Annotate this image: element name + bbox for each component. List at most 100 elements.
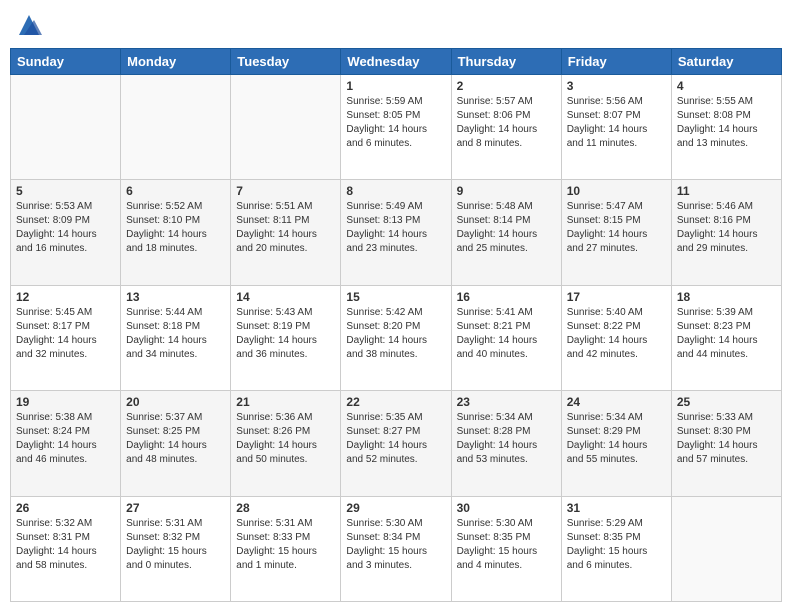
day-detail: Sunrise: 5:41 AM Sunset: 8:21 PM Dayligh… bbox=[457, 306, 556, 362]
day-number: 31 bbox=[567, 501, 666, 515]
day-detail: Sunrise: 5:33 AM Sunset: 8:30 PM Dayligh… bbox=[677, 411, 776, 467]
calendar-week-row: 19 Sunrise: 5:38 AM Sunset: 8:24 PM Dayli… bbox=[11, 391, 782, 496]
day-number: 9 bbox=[457, 184, 556, 198]
day-detail: Sunrise: 5:37 AM Sunset: 8:25 PM Dayligh… bbox=[126, 411, 225, 467]
day-number: 3 bbox=[567, 79, 666, 93]
calendar-day-cell: 26 Sunrise: 5:32 AM Sunset: 8:31 PM Dayli… bbox=[11, 496, 121, 601]
calendar-day-cell: 19 Sunrise: 5:38 AM Sunset: 8:24 PM Dayli… bbox=[11, 391, 121, 496]
day-detail: Sunrise: 5:43 AM Sunset: 8:19 PM Dayligh… bbox=[236, 306, 335, 362]
weekday-header: Sunday bbox=[11, 49, 121, 75]
day-number: 20 bbox=[126, 395, 225, 409]
calendar-day-cell: 22 Sunrise: 5:35 AM Sunset: 8:27 PM Dayli… bbox=[341, 391, 451, 496]
day-number: 1 bbox=[346, 79, 445, 93]
day-detail: Sunrise: 5:32 AM Sunset: 8:31 PM Dayligh… bbox=[16, 517, 115, 573]
header bbox=[10, 10, 782, 40]
day-detail: Sunrise: 5:45 AM Sunset: 8:17 PM Dayligh… bbox=[16, 306, 115, 362]
day-number: 12 bbox=[16, 290, 115, 304]
calendar-day-cell: 11 Sunrise: 5:46 AM Sunset: 8:16 PM Dayli… bbox=[671, 180, 781, 285]
day-detail: Sunrise: 5:34 AM Sunset: 8:29 PM Dayligh… bbox=[567, 411, 666, 467]
day-number: 23 bbox=[457, 395, 556, 409]
calendar-week-row: 5 Sunrise: 5:53 AM Sunset: 8:09 PM Daylig… bbox=[11, 180, 782, 285]
day-number: 22 bbox=[346, 395, 445, 409]
day-number: 16 bbox=[457, 290, 556, 304]
calendar-week-row: 12 Sunrise: 5:45 AM Sunset: 8:17 PM Dayli… bbox=[11, 285, 782, 390]
day-number: 25 bbox=[677, 395, 776, 409]
weekday-header: Thursday bbox=[451, 49, 561, 75]
calendar-week-row: 1 Sunrise: 5:59 AM Sunset: 8:05 PM Daylig… bbox=[11, 75, 782, 180]
calendar-day-cell: 6 Sunrise: 5:52 AM Sunset: 8:10 PM Daylig… bbox=[121, 180, 231, 285]
day-number: 11 bbox=[677, 184, 776, 198]
calendar-day-cell: 30 Sunrise: 5:30 AM Sunset: 8:35 PM Dayli… bbox=[451, 496, 561, 601]
calendar-day-cell: 9 Sunrise: 5:48 AM Sunset: 8:14 PM Daylig… bbox=[451, 180, 561, 285]
day-number: 5 bbox=[16, 184, 115, 198]
day-detail: Sunrise: 5:55 AM Sunset: 8:08 PM Dayligh… bbox=[677, 95, 776, 151]
day-detail: Sunrise: 5:59 AM Sunset: 8:05 PM Dayligh… bbox=[346, 95, 445, 151]
day-number: 4 bbox=[677, 79, 776, 93]
calendar-day-cell: 16 Sunrise: 5:41 AM Sunset: 8:21 PM Dayli… bbox=[451, 285, 561, 390]
calendar-day-cell: 29 Sunrise: 5:30 AM Sunset: 8:34 PM Dayli… bbox=[341, 496, 451, 601]
calendar-day-cell: 27Sunrise: 5:31 AM Sunset: 8:32 PM Dayli… bbox=[121, 496, 231, 601]
day-detail: Sunrise: 5:46 AM Sunset: 8:16 PM Dayligh… bbox=[677, 200, 776, 256]
calendar-day-cell bbox=[671, 496, 781, 601]
day-detail: Sunrise: 5:53 AM Sunset: 8:09 PM Dayligh… bbox=[16, 200, 115, 256]
day-detail: Sunrise: 5:29 AM Sunset: 8:35 PM Dayligh… bbox=[567, 517, 666, 573]
day-detail: Sunrise: 5:51 AM Sunset: 8:11 PM Dayligh… bbox=[236, 200, 335, 256]
calendar-day-cell: 1 Sunrise: 5:59 AM Sunset: 8:05 PM Daylig… bbox=[341, 75, 451, 180]
day-detail: Sunrise: 5:48 AM Sunset: 8:14 PM Dayligh… bbox=[457, 200, 556, 256]
day-detail: Sunrise: 5:30 AM Sunset: 8:34 PM Dayligh… bbox=[346, 517, 445, 573]
calendar-day-cell: 17 Sunrise: 5:40 AM Sunset: 8:22 PM Dayli… bbox=[561, 285, 671, 390]
day-number: 27 bbox=[126, 501, 225, 515]
day-detail: Sunrise: 5:38 AM Sunset: 8:24 PM Dayligh… bbox=[16, 411, 115, 467]
day-number: 18 bbox=[677, 290, 776, 304]
calendar-day-cell: 20 Sunrise: 5:37 AM Sunset: 8:25 PM Dayli… bbox=[121, 391, 231, 496]
calendar-day-cell: 15Sunrise: 5:42 AM Sunset: 8:20 PM Dayli… bbox=[341, 285, 451, 390]
weekday-header: Tuesday bbox=[231, 49, 341, 75]
day-detail: Sunrise: 5:40 AM Sunset: 8:22 PM Dayligh… bbox=[567, 306, 666, 362]
page: SundayMondayTuesdayWednesdayThursdayFrid… bbox=[0, 0, 792, 612]
calendar-day-cell: 18 Sunrise: 5:39 AM Sunset: 8:23 PM Dayli… bbox=[671, 285, 781, 390]
day-detail: Sunrise: 5:34 AM Sunset: 8:28 PM Dayligh… bbox=[457, 411, 556, 467]
day-detail: Sunrise: 5:56 AM Sunset: 8:07 PM Dayligh… bbox=[567, 95, 666, 151]
day-detail: Sunrise: 5:31 AM Sunset: 8:33 PM Dayligh… bbox=[236, 517, 335, 573]
day-number: 28 bbox=[236, 501, 335, 515]
calendar-day-cell: 31 Sunrise: 5:29 AM Sunset: 8:35 PM Dayli… bbox=[561, 496, 671, 601]
calendar-day-cell: 21 Sunrise: 5:36 AM Sunset: 8:26 PM Dayli… bbox=[231, 391, 341, 496]
calendar-day-cell: 10 Sunrise: 5:47 AM Sunset: 8:15 PM Dayli… bbox=[561, 180, 671, 285]
day-detail: Sunrise: 5:57 AM Sunset: 8:06 PM Dayligh… bbox=[457, 95, 556, 151]
day-number: 26 bbox=[16, 501, 115, 515]
day-detail: Sunrise: 5:39 AM Sunset: 8:23 PM Dayligh… bbox=[677, 306, 776, 362]
calendar-day-cell bbox=[11, 75, 121, 180]
day-number: 7 bbox=[236, 184, 335, 198]
day-number: 8 bbox=[346, 184, 445, 198]
day-detail: Sunrise: 5:44 AM Sunset: 8:18 PM Dayligh… bbox=[126, 306, 225, 362]
day-detail: Sunrise: 5:36 AM Sunset: 8:26 PM Dayligh… bbox=[236, 411, 335, 467]
logo-icon bbox=[14, 10, 44, 40]
calendar-day-cell: 28 Sunrise: 5:31 AM Sunset: 8:33 PM Dayli… bbox=[231, 496, 341, 601]
weekday-header: Saturday bbox=[671, 49, 781, 75]
day-detail: Sunrise: 5:35 AM Sunset: 8:27 PM Dayligh… bbox=[346, 411, 445, 467]
weekday-header-row: SundayMondayTuesdayWednesdayThursdayFrid… bbox=[11, 49, 782, 75]
calendar-day-cell: 8Sunrise: 5:49 AM Sunset: 8:13 PM Daylig… bbox=[341, 180, 451, 285]
day-number: 2 bbox=[457, 79, 556, 93]
weekday-header: Friday bbox=[561, 49, 671, 75]
day-number: 13 bbox=[126, 290, 225, 304]
calendar-day-cell: 13 Sunrise: 5:44 AM Sunset: 8:18 PM Dayli… bbox=[121, 285, 231, 390]
weekday-header: Monday bbox=[121, 49, 231, 75]
day-number: 6 bbox=[126, 184, 225, 198]
day-number: 10 bbox=[567, 184, 666, 198]
calendar-day-cell: 23 Sunrise: 5:34 AM Sunset: 8:28 PM Dayli… bbox=[451, 391, 561, 496]
day-detail: Sunrise: 5:42 AM Sunset: 8:20 PM Dayligh… bbox=[346, 306, 445, 362]
calendar-week-row: 26 Sunrise: 5:32 AM Sunset: 8:31 PM Dayli… bbox=[11, 496, 782, 601]
calendar-day-cell: 24Sunrise: 5:34 AM Sunset: 8:29 PM Dayli… bbox=[561, 391, 671, 496]
day-number: 17 bbox=[567, 290, 666, 304]
day-detail: Sunrise: 5:30 AM Sunset: 8:35 PM Dayligh… bbox=[457, 517, 556, 573]
day-number: 29 bbox=[346, 501, 445, 515]
day-detail: Sunrise: 5:47 AM Sunset: 8:15 PM Dayligh… bbox=[567, 200, 666, 256]
day-detail: Sunrise: 5:52 AM Sunset: 8:10 PM Dayligh… bbox=[126, 200, 225, 256]
day-number: 30 bbox=[457, 501, 556, 515]
logo bbox=[10, 10, 44, 40]
day-number: 21 bbox=[236, 395, 335, 409]
weekday-header: Wednesday bbox=[341, 49, 451, 75]
calendar-day-cell: 7 Sunrise: 5:51 AM Sunset: 8:11 PM Daylig… bbox=[231, 180, 341, 285]
day-number: 19 bbox=[16, 395, 115, 409]
